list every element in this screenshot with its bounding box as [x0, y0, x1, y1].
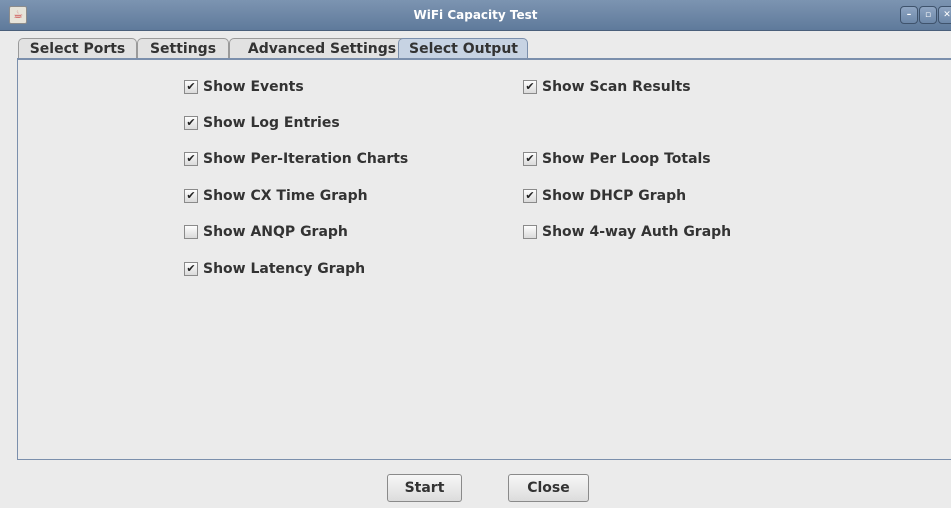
checkbox-icon[interactable]	[184, 225, 198, 239]
minimize-icon[interactable]: –	[900, 6, 918, 24]
checkbox-label: Show Scan Results	[542, 79, 691, 95]
select-output-panel	[17, 58, 951, 460]
checkbox-icon[interactable]: ✔	[184, 80, 198, 94]
tab-select-output[interactable]: Select Output	[398, 38, 528, 58]
checkbox-label: Show DHCP Graph	[542, 188, 687, 204]
show-log-entries-checkbox[interactable]: ✔ Show Log Entries	[184, 113, 340, 133]
show-scan-results-checkbox[interactable]: ✔ Show Scan Results	[523, 77, 691, 97]
checkbox-icon[interactable]: ✔	[523, 152, 537, 166]
checkbox-icon[interactable]: ✔	[184, 189, 198, 203]
show-4-way-auth-graph-checkbox[interactable]: Show 4-way Auth Graph	[523, 222, 731, 242]
checkbox-label: Show 4-way Auth Graph	[542, 224, 732, 240]
checkbox-icon[interactable]	[523, 225, 537, 239]
checkbox-label: Show ANQP Graph	[203, 224, 348, 240]
show-dhcp-graph-checkbox[interactable]: ✔ Show DHCP Graph	[523, 186, 686, 206]
checkbox-label: Show Events	[203, 79, 304, 95]
checkbox-icon[interactable]: ✔	[523, 189, 537, 203]
checkbox-icon[interactable]: ✔	[184, 116, 198, 130]
tab-settings[interactable]: Settings	[137, 38, 229, 58]
checkbox-label: Show CX Time Graph	[203, 188, 368, 204]
checkbox-icon[interactable]: ✔	[184, 152, 198, 166]
show-per-iteration-charts-checkbox[interactable]: ✔ Show Per-Iteration Charts	[184, 149, 408, 169]
window-border	[0, 31, 9, 508]
show-events-checkbox[interactable]: ✔ Show Events	[184, 77, 304, 97]
title-bar: ☕ WiFi Capacity Test – ▫ ✕	[0, 0, 951, 31]
checkbox-label: Show Per Loop Totals	[542, 151, 711, 167]
show-latency-graph-checkbox[interactable]: ✔ Show Latency Graph	[184, 259, 365, 279]
checkbox-icon[interactable]: ✔	[184, 262, 198, 276]
checkbox-label: Show Per-Iteration Charts	[203, 151, 409, 167]
tab-advanced-settings[interactable]: Advanced Settings	[229, 38, 415, 58]
start-button[interactable]: Start	[387, 474, 462, 502]
checkbox-label: Show Latency Graph	[203, 261, 366, 277]
maximize-icon[interactable]: ▫	[919, 6, 937, 24]
tab-select-ports[interactable]: Select Ports	[18, 38, 137, 58]
checkbox-icon[interactable]: ✔	[523, 80, 537, 94]
show-cx-time-graph-checkbox[interactable]: ✔ Show CX Time Graph	[184, 186, 368, 206]
checkbox-label: Show Log Entries	[203, 115, 340, 131]
show-per-loop-totals-checkbox[interactable]: ✔ Show Per Loop Totals	[523, 149, 711, 169]
window-title: WiFi Capacity Test	[413, 8, 538, 22]
close-icon[interactable]: ✕	[938, 6, 951, 24]
show-anqp-graph-checkbox[interactable]: Show ANQP Graph	[184, 222, 348, 242]
close-button[interactable]: Close	[508, 474, 589, 502]
